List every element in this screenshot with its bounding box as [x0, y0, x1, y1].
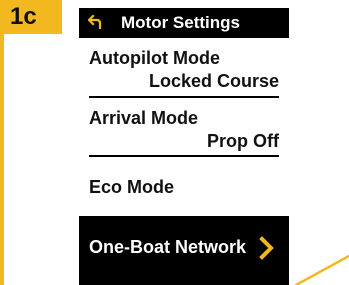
divider: [89, 155, 279, 157]
setting-row-arrival-mode[interactable]: Arrival Mode Prop Off: [89, 108, 279, 160]
divider: [89, 96, 279, 98]
step-label: 1c: [10, 3, 37, 30]
network-label: One-Boat Network: [89, 237, 247, 257]
screen-header: Motor Settings: [79, 8, 289, 38]
one-boat-network-row[interactable]: One-Boat Network: [79, 216, 289, 285]
step-tab: 1c: [0, 0, 62, 34]
decorative-accent-line: [294, 255, 349, 285]
chevron-right-icon: [259, 236, 274, 260]
yellow-frame-left: [0, 34, 4, 285]
setting-value: Locked Course: [148, 71, 279, 91]
setting-row-eco-mode[interactable]: Eco Mode: [89, 177, 279, 203]
setting-label: Arrival Mode: [89, 108, 199, 128]
back-arrow-icon[interactable]: [88, 15, 102, 29]
setting-row-autopilot-mode[interactable]: Autopilot Mode Locked Course: [89, 48, 279, 100]
setting-label: Eco Mode: [89, 177, 175, 197]
motor-settings-screen: Motor Settings Autopilot Mode Locked Cou…: [79, 0, 289, 285]
setting-value: Prop Off: [207, 131, 279, 151]
header-title: Motor Settings: [121, 13, 240, 32]
setting-label: Autopilot Mode: [89, 48, 220, 68]
